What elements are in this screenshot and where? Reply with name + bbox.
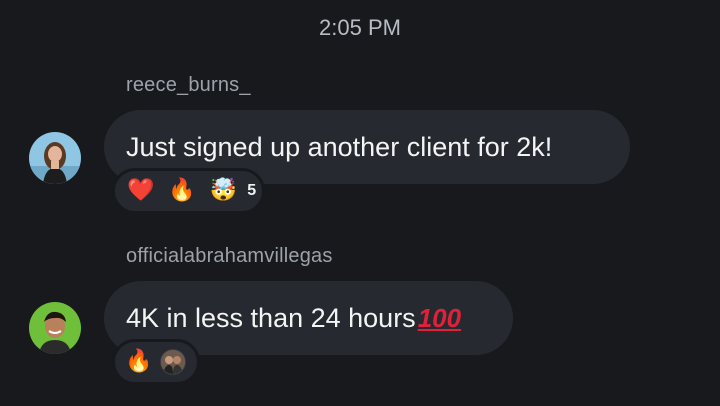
fire-icon: 🔥 [125, 349, 153, 374]
heart-icon: ❤️ [127, 178, 155, 203]
reactor-avatar-photo-icon [161, 350, 186, 374]
avatar-photo-icon [29, 302, 81, 354]
reactor-avatar[interactable] [160, 349, 187, 375]
avatar-photo-icon [29, 132, 81, 184]
timestamp: 2:05 PM [319, 15, 401, 40]
message-text: 4K in less than 24 hours [126, 302, 416, 333]
fire-icon: 🔥 [168, 178, 196, 203]
message-text: Just signed up another client for 2k! [126, 131, 553, 162]
reaction-count: 5 [247, 182, 257, 199]
sender-username[interactable]: reece_burns_ [126, 74, 251, 97]
avatar[interactable] [29, 132, 81, 184]
reactions-bar[interactable]: ❤️ 🔥 🤯 5 [112, 168, 265, 214]
sender-username[interactable]: officialabrahamvillegas [126, 245, 333, 268]
reactions-bar[interactable]: 🔥 [112, 339, 200, 385]
avatar[interactable] [29, 302, 81, 354]
hundred-points-icon: 100 [417, 302, 462, 333]
exploding-head-icon: 🤯 [209, 178, 238, 203]
